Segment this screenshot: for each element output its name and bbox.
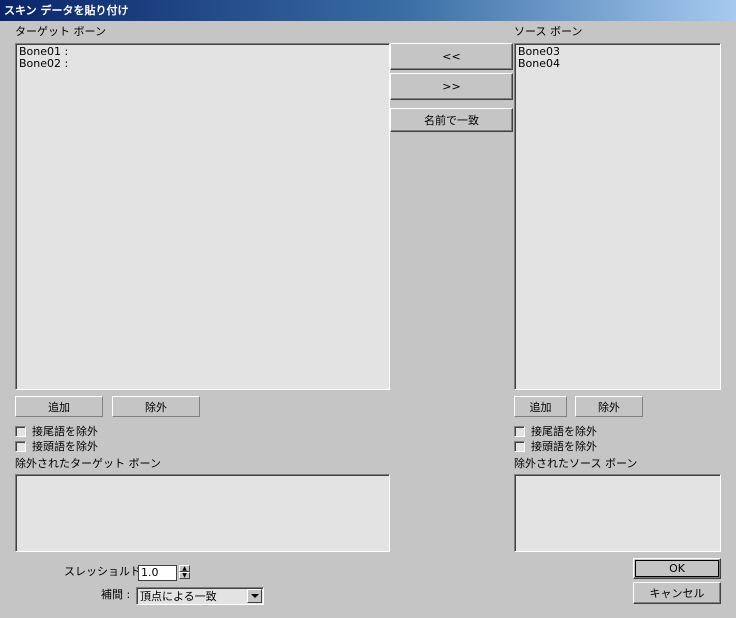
- source-add-button[interactable]: 追加: [514, 396, 567, 417]
- excluded-source-bones-label: 除外されたソース ボーン: [514, 457, 638, 470]
- excluded-target-bones-label: 除外されたターゲット ボーン: [15, 457, 161, 470]
- interpolation-dropdown[interactable]: 頂点による一致: [136, 587, 264, 605]
- source-bones-label: ソース ボーン: [514, 25, 583, 38]
- move-right-label: >>: [442, 80, 461, 93]
- title-bar: スキン データを貼り付け: [0, 0, 736, 21]
- move-right-button[interactable]: >>: [390, 73, 513, 100]
- list-item[interactable]: Bone01 :: [19, 46, 386, 58]
- target-exclude-prefix-checkbox[interactable]: [15, 440, 26, 452]
- target-bones-label: ターゲット ボーン: [15, 25, 106, 38]
- match-by-name-label: 名前で一致: [424, 114, 479, 127]
- source-exclude-prefix-checkbox[interactable]: [514, 440, 525, 452]
- move-left-label: <<: [442, 50, 461, 63]
- target-exclude-prefix-row[interactable]: 接頭語を除外: [15, 438, 98, 454]
- cancel-label: キャンセル: [649, 587, 705, 600]
- source-exclude-prefix-row[interactable]: 接頭語を除外: [514, 438, 597, 454]
- list-item[interactable]: Bone04: [518, 58, 717, 70]
- source-exclude-prefix-label: 接頭語を除外: [531, 440, 597, 453]
- target-add-label: 追加: [48, 400, 70, 414]
- dropdown-button[interactable]: [247, 589, 262, 603]
- target-remove-label: 除外: [145, 400, 167, 414]
- source-add-label: 追加: [529, 400, 552, 414]
- threshold-field[interactable]: 1.0: [138, 565, 177, 581]
- target-exclude-suffix-label: 接尾語を除外: [32, 425, 98, 438]
- threshold-value: 1.0: [141, 566, 159, 579]
- match-by-name-button[interactable]: 名前で一致: [390, 108, 513, 132]
- move-left-button[interactable]: <<: [390, 43, 513, 70]
- ok-label: OK: [669, 562, 685, 575]
- spinner-up-icon[interactable]: ▲: [179, 565, 190, 572]
- target-remove-button[interactable]: 除外: [112, 396, 200, 417]
- source-remove-button[interactable]: 除外: [575, 396, 643, 417]
- threshold-label: スレッショルド :: [64, 565, 149, 578]
- target-exclude-suffix-checkbox[interactable]: [15, 425, 26, 437]
- window-title: スキン データを貼り付け: [4, 4, 129, 17]
- excluded-target-bones-list[interactable]: [15, 474, 390, 552]
- target-add-button[interactable]: 追加: [15, 396, 103, 417]
- spinner-down-icon[interactable]: ▼: [179, 572, 190, 579]
- source-bones-list[interactable]: Bone03 Bone04: [514, 43, 721, 390]
- interpolation-value: 頂点による一致: [140, 590, 217, 603]
- target-bones-list[interactable]: Bone01 : Bone02 :: [15, 43, 390, 390]
- source-exclude-suffix-row[interactable]: 接尾語を除外: [514, 423, 597, 439]
- interpolation-label: 補間 :: [101, 588, 131, 601]
- source-remove-label: 除外: [598, 400, 620, 414]
- excluded-source-bones-list[interactable]: [514, 474, 721, 552]
- threshold-spinner[interactable]: ▲ ▼: [179, 565, 190, 581]
- target-exclude-prefix-label: 接頭語を除外: [32, 440, 98, 453]
- source-exclude-suffix-checkbox[interactable]: [514, 425, 525, 437]
- list-item[interactable]: Bone02 :: [19, 58, 386, 70]
- cancel-button[interactable]: キャンセル: [633, 582, 721, 604]
- ok-button[interactable]: OK: [633, 558, 721, 579]
- source-exclude-suffix-label: 接尾語を除外: [531, 425, 597, 438]
- target-exclude-suffix-row[interactable]: 接尾語を除外: [15, 423, 98, 439]
- chevron-down-icon: [250, 594, 259, 598]
